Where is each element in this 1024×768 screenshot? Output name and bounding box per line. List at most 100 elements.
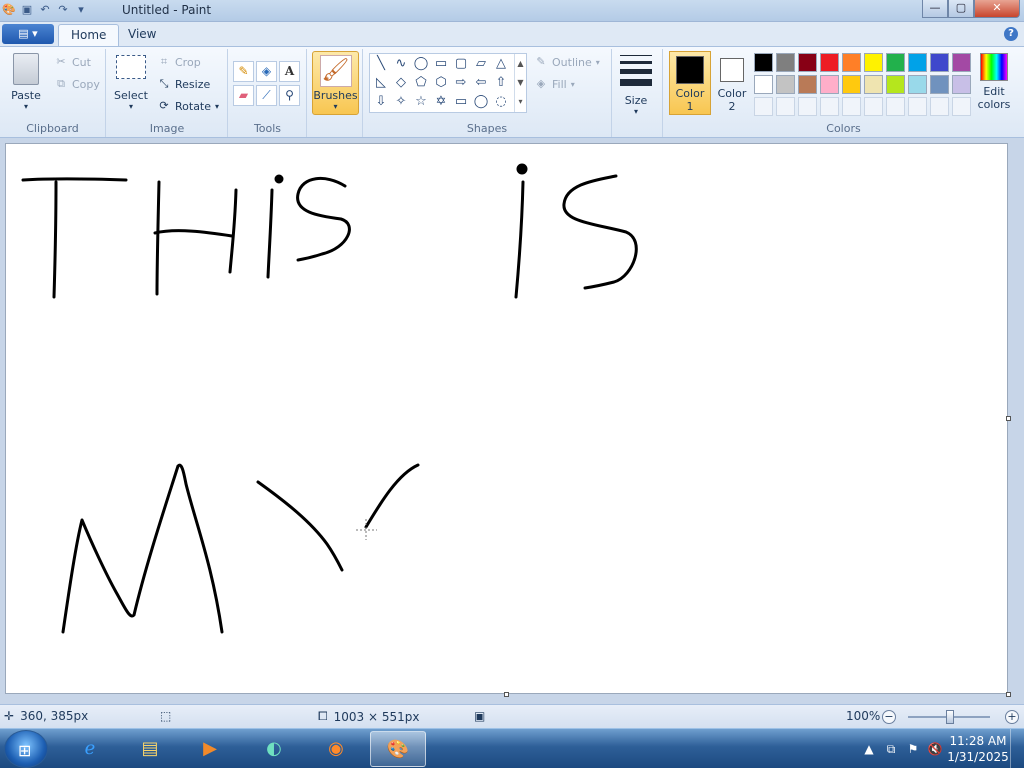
eraser-icon[interactable]: ▰ xyxy=(233,85,254,106)
custom-color-slot[interactable] xyxy=(864,97,883,116)
fill-icon[interactable]: ◈ xyxy=(256,61,277,82)
resize-button[interactable]: ⤡ Resize xyxy=(157,77,211,91)
five-point-star-shape-icon[interactable]: ☆ xyxy=(411,92,431,111)
cloud-callout-shape-icon[interactable]: ◌ xyxy=(491,92,511,111)
custom-color-slot[interactable] xyxy=(930,97,949,116)
brushes-button[interactable]: 🖌 Brushes ▾ xyxy=(312,51,359,115)
select-button[interactable]: Select ▾ xyxy=(113,55,149,111)
color-swatch[interactable] xyxy=(754,75,773,94)
color-swatch[interactable] xyxy=(820,53,839,72)
custom-color-slot[interactable] xyxy=(886,97,905,116)
color-swatch[interactable] xyxy=(798,53,817,72)
text-icon[interactable]: A xyxy=(279,61,300,82)
tab-home[interactable]: Home xyxy=(58,24,120,46)
drawing-canvas[interactable] xyxy=(5,143,1008,694)
color2-button[interactable]: Color 2 xyxy=(713,51,751,115)
pentagon-shape-icon[interactable]: ⬠ xyxy=(411,73,431,92)
down-arrow-shape-icon[interactable]: ⇩ xyxy=(371,92,391,111)
triangle-shape-icon[interactable]: △ xyxy=(491,54,511,73)
outline-button[interactable]: ✎ Outline ▾ xyxy=(534,55,599,69)
clock[interactable]: 11:28 AM 1/31/2025 xyxy=(946,733,1010,765)
action-center-flag-icon[interactable]: ⚑ xyxy=(902,742,924,756)
color-swatch[interactable] xyxy=(754,53,773,72)
color-swatch[interactable] xyxy=(886,53,905,72)
edit-colors-button[interactable]: Edit colors xyxy=(975,53,1013,111)
paste-button[interactable]: Paste ▾ xyxy=(6,53,46,111)
customize-icon[interactable]: ▾ xyxy=(74,3,88,17)
color-swatch[interactable] xyxy=(864,53,883,72)
shapes-scrollbar[interactable]: ▲ ▼ ▾ xyxy=(514,54,526,112)
curve-shape-icon[interactable]: ∿ xyxy=(391,54,411,73)
help-icon[interactable]: ? xyxy=(1004,27,1018,41)
internet-explorer-icon[interactable]: ℯ xyxy=(62,731,118,767)
four-point-star-shape-icon[interactable]: ✧ xyxy=(391,92,411,111)
oval-callout-shape-icon[interactable]: ◯ xyxy=(471,92,491,111)
canvas-resize-handle-bottom[interactable] xyxy=(504,692,509,697)
polygon-shape-icon[interactable]: ▱ xyxy=(471,54,491,73)
custom-color-slot[interactable] xyxy=(776,97,795,116)
close-button[interactable]: ✕ xyxy=(974,0,1020,18)
pencil-icon[interactable]: ✎ xyxy=(233,61,254,82)
firefox-icon[interactable]: ◉ xyxy=(308,731,364,767)
custom-color-slot[interactable] xyxy=(754,97,773,116)
color-swatch[interactable] xyxy=(886,75,905,94)
show-desktop-button[interactable] xyxy=(1010,729,1024,768)
color-swatch[interactable] xyxy=(930,53,949,72)
copy-button[interactable]: ⧉ Copy xyxy=(54,77,100,91)
left-arrow-shape-icon[interactable]: ⇦ xyxy=(471,73,491,92)
color-swatch[interactable] xyxy=(952,53,971,72)
media-player-icon[interactable]: ▶ xyxy=(182,731,238,767)
paint-icon[interactable]: 🎨 xyxy=(370,731,426,767)
color-swatch[interactable] xyxy=(930,75,949,94)
color-swatch[interactable] xyxy=(776,75,795,94)
right-triangle-shape-icon[interactable]: ◺ xyxy=(371,73,391,92)
zoom-in-button[interactable]: + xyxy=(1005,710,1019,724)
rounded-rectangle-shape-icon[interactable]: ▢ xyxy=(451,54,471,73)
fill-button[interactable]: ◈ Fill ▾ xyxy=(534,77,575,91)
custom-color-slot[interactable] xyxy=(842,97,861,116)
six-point-star-shape-icon[interactable]: ✡ xyxy=(431,92,451,111)
save-icon[interactable]: ▣ xyxy=(20,3,34,17)
file-explorer-icon[interactable]: ▤ xyxy=(122,731,178,767)
maximize-button[interactable]: ▢ xyxy=(948,0,974,18)
custom-color-slot[interactable] xyxy=(908,97,927,116)
oval-shape-icon[interactable]: ◯ xyxy=(411,54,431,73)
app-menu-button[interactable]: ▤ ▾ xyxy=(2,24,54,44)
minimize-button[interactable]: — xyxy=(922,0,948,18)
undo-icon[interactable]: ↶ xyxy=(38,3,52,17)
color-swatch[interactable] xyxy=(908,75,927,94)
canvas-resize-handle-right[interactable] xyxy=(1006,416,1011,421)
color1-button[interactable]: Color 1 xyxy=(669,51,711,115)
magnifier-icon[interactable]: ⚲ xyxy=(279,85,300,106)
rectangle-shape-icon[interactable]: ▭ xyxy=(431,54,451,73)
cut-button[interactable]: ✂ Cut xyxy=(54,55,91,69)
show-hidden-icons-icon[interactable]: ▲ xyxy=(858,742,880,756)
up-arrow-shape-icon[interactable]: ⇧ xyxy=(491,73,511,92)
color-swatch[interactable] xyxy=(908,53,927,72)
redo-icon[interactable]: ↷ xyxy=(56,3,70,17)
volume-muted-icon[interactable]: 🔇 xyxy=(924,742,946,756)
color-swatch[interactable] xyxy=(864,75,883,94)
crop-button[interactable]: ⌗ Crop xyxy=(157,55,201,69)
hexagon-shape-icon[interactable]: ⬡ xyxy=(431,73,451,92)
canvas-resize-handle-corner[interactable] xyxy=(1006,692,1011,697)
color-picker-icon[interactable]: ⟋ xyxy=(256,85,277,106)
color-swatch[interactable] xyxy=(798,75,817,94)
zoom-slider-thumb[interactable] xyxy=(946,710,954,724)
custom-color-slot[interactable] xyxy=(820,97,839,116)
size-button[interactable]: Size ▾ xyxy=(616,53,656,116)
color-swatch[interactable] xyxy=(952,75,971,94)
color-swatch[interactable] xyxy=(776,53,795,72)
custom-color-slot[interactable] xyxy=(952,97,971,116)
custom-color-slot[interactable] xyxy=(798,97,817,116)
rotate-button[interactable]: ⟳ Rotate ▾ xyxy=(157,99,219,113)
line-shape-icon[interactable]: ╲ xyxy=(371,54,391,73)
right-arrow-shape-icon[interactable]: ⇨ xyxy=(451,73,471,92)
network-icon[interactable]: ⧉ xyxy=(880,742,902,757)
color-swatch[interactable] xyxy=(842,53,861,72)
zoom-out-button[interactable]: − xyxy=(882,710,896,724)
color-swatch[interactable] xyxy=(820,75,839,94)
start-button[interactable]: ⊞ xyxy=(4,730,48,768)
rect-callout-shape-icon[interactable]: ▭ xyxy=(451,92,471,111)
app-icon[interactable]: ◐ xyxy=(246,731,302,767)
